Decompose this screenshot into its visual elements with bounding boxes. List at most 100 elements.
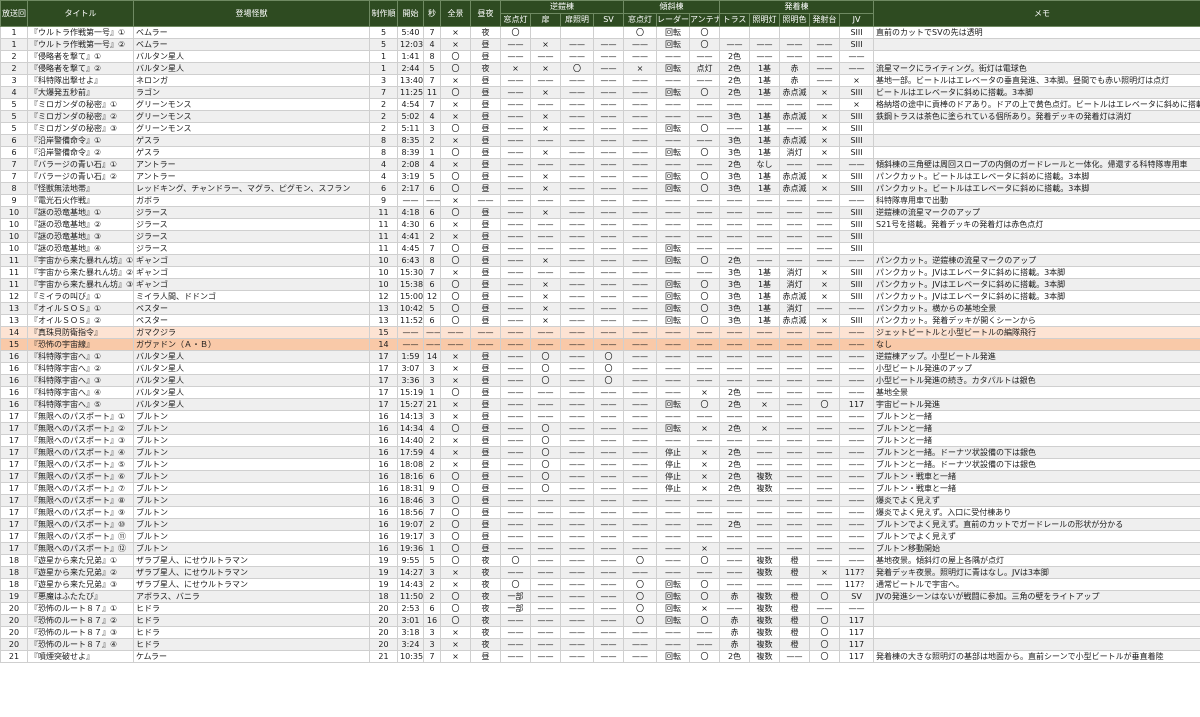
cell-jv[interactable]: SIII [839,218,875,231]
cell-antenna[interactable]: —— [688,74,721,87]
cell-title[interactable]: 『科特隊宇宙へ』⑤ [27,398,134,411]
cell-day-night[interactable]: 夜 [470,590,501,603]
cell-start[interactable]: 2:08 [397,158,424,171]
cell-memo[interactable]: 発着棟の大きな照明灯の基部は地面から。直前シーンで小型ビートルが垂直着陸 [873,650,1200,663]
cell-day-night[interactable]: 昼 [470,470,501,483]
cell-door[interactable]: —— [530,614,561,627]
cell-truss[interactable]: 3色 [719,266,751,279]
cell-launch-pad[interactable]: × [809,170,841,183]
cell-radar[interactable]: 停止 [656,446,690,459]
cell-door[interactable]: —— [530,506,561,519]
cell-memo[interactable] [873,626,1200,639]
cell-title[interactable]: 『科特隊宇宙へ』① [27,350,134,363]
cell-jv[interactable]: —— [839,542,875,555]
cell-monster[interactable]: ベムラー [133,26,370,39]
cell-truss[interactable]: 2色 [719,470,751,483]
cell-window-light-2[interactable]: —— [623,146,657,159]
cell-door[interactable] [530,26,561,39]
cell-light-color[interactable]: —— [779,494,811,507]
cell-seconds[interactable]: 3 [423,638,441,651]
cell-truss[interactable]: 2色 [719,422,751,435]
cell-monster[interactable]: ブルトン [133,530,370,543]
cell-full-view[interactable]: × [440,218,471,231]
cell-memo[interactable]: ブルトンと一緒。ドーナツ状設備の下は銀色 [873,446,1200,459]
cell-monster[interactable]: ブルトン [133,458,370,471]
cell-window-light[interactable]: —— [500,446,531,459]
cell-floodlight[interactable]: 1基 [749,146,781,159]
cell-day-night[interactable]: 昼 [470,110,501,123]
cell-sv[interactable]: —— [593,266,624,279]
cell-sv[interactable]: —— [593,602,624,615]
cell-radar[interactable]: —— [656,410,690,423]
cell-title[interactable]: 『無限へのパスポート』⑥ [27,470,134,483]
cell-episode[interactable]: 8 [0,182,28,195]
cell-door-light[interactable]: —— [560,506,594,519]
cell-door-light[interactable]: —— [560,74,594,87]
cell-memo[interactable]: パンクカット。JVはエレベータに斜めに搭載。3本脚 [873,278,1200,291]
cell-production-order[interactable]: 2 [369,110,398,123]
cell-window-light-2[interactable]: —— [623,434,657,447]
cell-start[interactable]: 3:01 [397,614,424,627]
sub-header-light-color[interactable]: 照明色 [779,13,811,27]
cell-monster[interactable]: ギャンゴ [133,278,370,291]
cell-sv[interactable]: —— [593,98,624,111]
cell-title[interactable]: 『電光石火作戦』 [27,194,134,207]
cell-launch-pad[interactable]: —— [809,602,841,615]
cell-memo[interactable] [873,134,1200,147]
cell-radar[interactable]: 回転 [656,398,690,411]
cell-monster[interactable]: グリーンモンス [133,98,370,111]
cell-radar[interactable]: —— [656,518,690,531]
cell-window-light[interactable]: —— [500,146,531,159]
cell-antenna[interactable]: —— [688,350,721,363]
cell-truss[interactable]: —— [719,578,751,591]
col-header-full-view[interactable]: 全景 [440,0,471,27]
cell-window-light[interactable]: 一部 [500,590,531,603]
cell-monster[interactable]: ギャンゴ [133,254,370,267]
cell-window-light-2[interactable]: —— [623,398,657,411]
cell-jv[interactable]: —— [839,302,875,315]
cell-full-view[interactable]: 〇 [440,302,471,315]
cell-jv[interactable]: SIII [839,314,875,327]
table-row[interactable]: 18 『遊星から来た兄弟』③ ザラブ星人、にせウルトラマン 19 14:43 2 × 夜〇 ——… [0,578,1200,591]
cell-door-light[interactable]: 〇 [560,62,594,75]
cell-seconds[interactable]: 2 [423,590,441,603]
cell-radar[interactable]: 回転 [656,38,690,51]
cell-door-light[interactable]: —— [560,326,594,339]
cell-light-color[interactable]: 橙 [779,554,811,567]
col-header-memo[interactable]: メモ [873,0,1200,27]
cell-door[interactable]: —— [530,554,561,567]
cell-door-light[interactable]: —— [560,350,594,363]
cell-start[interactable]: 1:41 [397,50,424,63]
cell-start[interactable]: 14:27 [397,566,424,579]
cell-seconds[interactable]: 6 [423,182,441,195]
cell-floodlight[interactable]: なし [749,158,781,171]
cell-door-light[interactable]: —— [560,278,594,291]
cell-memo[interactable] [873,614,1200,627]
cell-title[interactable]: 『無限へのパスポート』② [27,422,134,435]
cell-jv[interactable]: SIII [839,278,875,291]
cell-radar[interactable]: —— [656,230,690,243]
cell-day-night[interactable]: 昼 [470,38,501,51]
cell-monster[interactable]: バルタン星人 [133,50,370,63]
cell-start[interactable]: 10:42 [397,302,424,315]
cell-memo[interactable] [873,602,1200,615]
cell-memo[interactable]: パンクカット。ビートルはエレベータに斜めに搭載。3本脚 [873,170,1200,183]
cell-title[interactable]: 『謎の恐竜基地』④ [27,242,134,255]
cell-floodlight[interactable]: —— [749,50,781,63]
cell-monster[interactable]: ギャンゴ [133,266,370,279]
cell-antenna[interactable]: —— [688,362,721,375]
cell-start[interactable]: 19:07 [397,518,424,531]
cell-window-light[interactable]: —— [500,302,531,315]
cell-monster[interactable]: ヒドラ [133,602,370,615]
cell-light-color[interactable]: —— [779,506,811,519]
cell-day-night[interactable]: 昼 [470,494,501,507]
cell-full-view[interactable]: —— [440,326,471,339]
cell-truss[interactable]: 2色 [719,458,751,471]
cell-antenna[interactable]: 〇 [688,254,721,267]
cell-memo[interactable] [873,50,1200,63]
cell-window-light-2[interactable]: —— [623,98,657,111]
cell-day-night[interactable]: 昼 [470,158,501,171]
cell-production-order[interactable]: 11 [369,242,398,255]
cell-floodlight[interactable]: 複数 [749,554,781,567]
cell-light-color[interactable]: —— [779,530,811,543]
